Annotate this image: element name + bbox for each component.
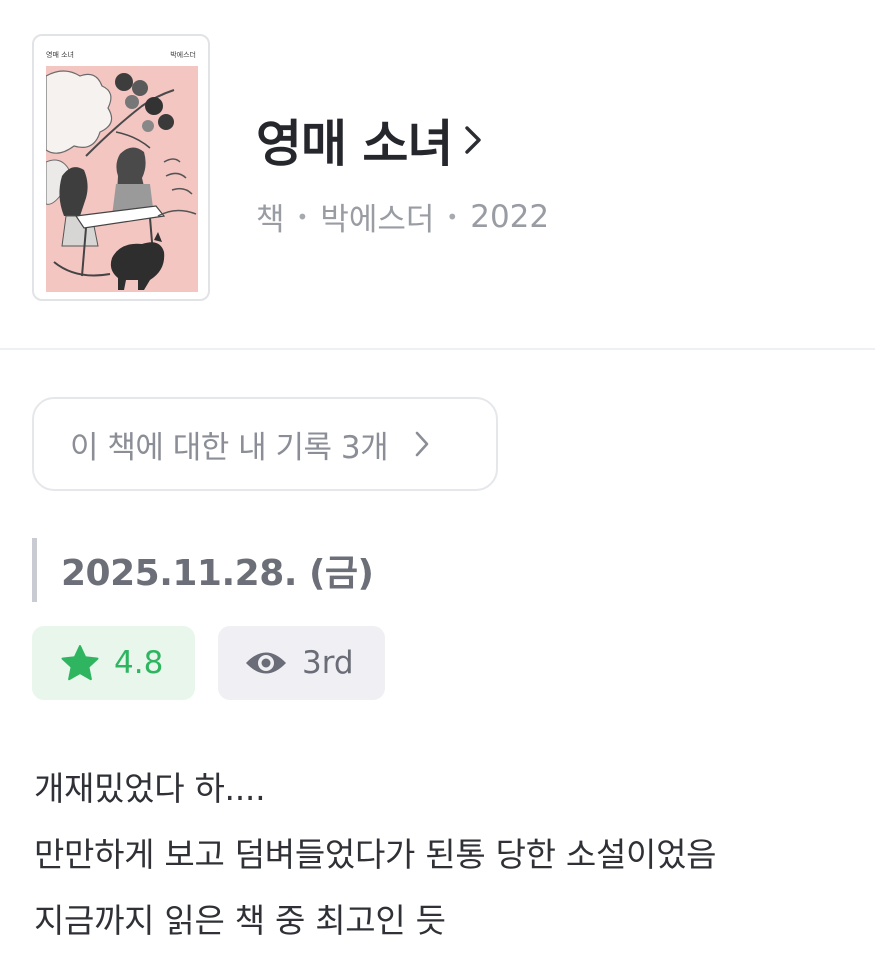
title-block: 영매 소녀 책 • 박에스더 • 2022	[256, 108, 549, 239]
read-count-badge: 3rd	[218, 626, 385, 700]
review-line: 지금까지 읽은 책 중 최고인 듯	[34, 901, 446, 940]
meta-separator: •	[296, 204, 309, 229]
book-title-link[interactable]: 영매 소녀	[256, 108, 549, 173]
review-line: 만만하게 보고 덤벼들었다가 된통 당한 소설이었음	[34, 835, 717, 874]
rating-badge: 4.8	[32, 626, 195, 700]
chevron-right-icon	[415, 431, 429, 457]
read-count-value: 3rd	[302, 645, 354, 681]
book-record-page: 영매 소녀 박에스더 영매 소녀 책 • 박에스더 • 2022 이 책에 대한…	[0, 0, 875, 969]
book-cover[interactable]: 영매 소녀 박에스더	[32, 34, 210, 301]
star-icon	[61, 645, 99, 681]
review-line: 개재밌었다 하....	[34, 769, 266, 808]
header-divider	[0, 348, 875, 350]
cover-title-row: 영매 소녀 박에스더	[46, 48, 196, 62]
my-records-label: 이 책에 대한 내 기록 3개	[70, 429, 389, 466]
record-date-text: 2025.11.28. (금)	[61, 553, 374, 594]
book-meta: 책 • 박에스더 • 2022	[256, 194, 549, 239]
book-year: 2022	[470, 198, 550, 235]
cover-illustration	[46, 66, 198, 292]
review-text: 개재밌었다 하.... 만만하게 보고 덤벼들었다가 된통 당한 소설이었음 지…	[34, 756, 864, 954]
book-header: 영매 소녀 박에스더 영매 소녀 책 • 박에스더 • 2022	[0, 0, 875, 348]
book-title: 영매 소녀	[256, 115, 453, 173]
chevron-right-icon	[465, 126, 482, 154]
record-date: 2025.11.28. (금)	[32, 538, 374, 602]
book-type: 책	[256, 202, 285, 238]
my-records-button[interactable]: 이 책에 대한 내 기록 3개	[32, 397, 498, 491]
cover-author: 박에스더	[170, 51, 196, 59]
book-author: 박에스더	[320, 202, 435, 238]
meta-separator: •	[446, 204, 459, 229]
cover-title: 영매 소녀	[46, 51, 74, 59]
eye-icon	[246, 652, 286, 674]
rating-value: 4.8	[114, 645, 164, 681]
